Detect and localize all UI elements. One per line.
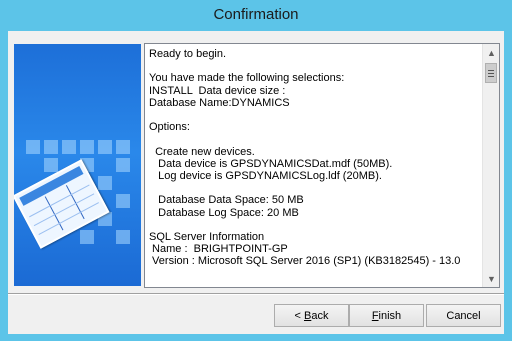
- back-button[interactable]: < Back: [274, 304, 349, 327]
- summary-line: [149, 219, 479, 231]
- back-button-label: ack: [311, 309, 329, 322]
- summary-line: [149, 182, 479, 194]
- summary-line: Options:: [149, 121, 190, 134]
- finish-button-label: inish: [378, 309, 402, 322]
- summary-line: Database Log Space: 20 MB: [149, 206, 299, 219]
- scroll-up-icon[interactable]: ▲: [483, 44, 499, 61]
- scroll-thumb[interactable]: [485, 63, 497, 83]
- dialog-client-area: Ready to begin. You have made the follow…: [8, 31, 504, 334]
- summary-line: [149, 60, 479, 72]
- vertical-scrollbar[interactable]: ▲ ▼: [482, 44, 499, 287]
- summary-line: INSTALL Data device size :: [149, 84, 286, 97]
- button-separator: [8, 293, 504, 295]
- summary-line: You have made the following selections:: [149, 72, 345, 85]
- database-document-icon: [14, 159, 110, 249]
- selections-summary-text: Ready to begin. You have made the follow…: [149, 48, 479, 268]
- summary-line: SQL Server Information: [149, 231, 265, 244]
- summary-line: Create new devices.: [149, 145, 255, 158]
- confirmation-window: Confirmation Ready to begin. You have ma…: [0, 0, 512, 341]
- summary-line: Database Name:DYNAMICS: [149, 96, 290, 109]
- selections-summary-textbox[interactable]: Ready to begin. You have made the follow…: [144, 43, 500, 288]
- cancel-button[interactable]: Cancel: [426, 304, 501, 327]
- summary-line: Ready to begin.: [149, 48, 227, 60]
- summary-line: Data device is GPSDYNAMICSDat.mdf (50MB)…: [149, 157, 393, 170]
- summary-line: Log device is GPSDYNAMICSLog.ldf (20MB).: [149, 170, 382, 183]
- summary-line: [149, 133, 479, 145]
- summary-line: Name : BRIGHTPOINT-GP: [149, 243, 288, 256]
- scroll-down-icon[interactable]: ▼: [483, 270, 499, 287]
- finish-button[interactable]: Finish: [349, 304, 424, 327]
- window-title: Confirmation: [213, 6, 299, 23]
- finish-button-mnemonic: F: [371, 309, 379, 322]
- summary-line: Version : Microsoft SQL Server 2016 (SP1…: [149, 255, 461, 268]
- summary-line: Database Data Space: 50 MB: [149, 194, 304, 207]
- back-button-prefix: <: [294, 309, 301, 322]
- cancel-button-label: Cancel: [446, 309, 481, 322]
- summary-line: [149, 109, 479, 121]
- wizard-side-image: [14, 44, 141, 286]
